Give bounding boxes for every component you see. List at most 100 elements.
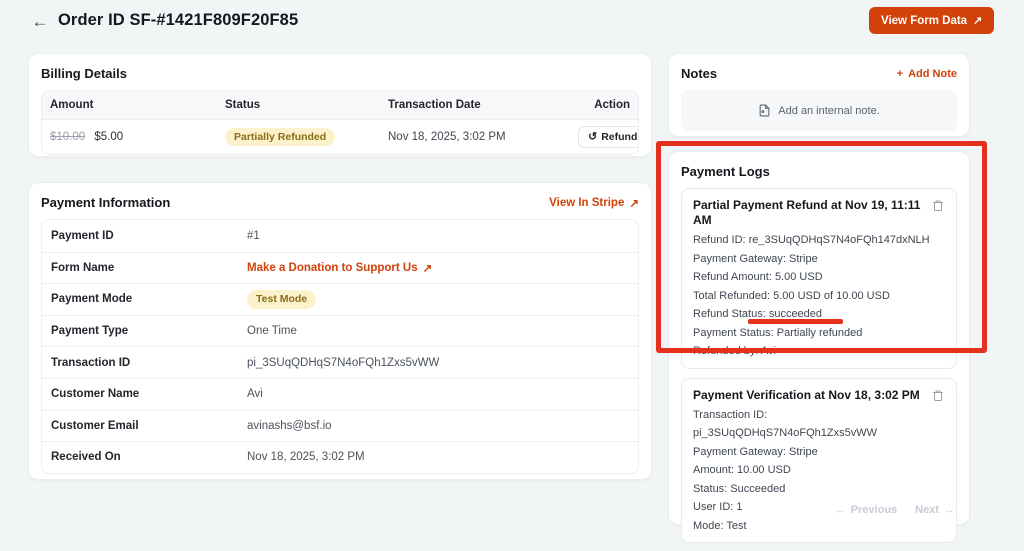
notes-title: Notes <box>681 66 717 81</box>
add-note-label: Add Note <box>908 68 957 80</box>
external-link-icon: ↗ <box>629 196 639 210</box>
form-name-link[interactable]: Make a Donation to Support Us ↗ <box>247 261 432 275</box>
payment-info-label: Payment Type <box>42 325 247 337</box>
payment-info-row: Payment TypeOne Time <box>42 315 638 347</box>
log-line: Payment Gateway: Stripe <box>693 250 945 269</box>
arrow-left-icon: ← <box>835 504 846 516</box>
column-transaction-date: Transaction Date <box>380 99 570 111</box>
payment-info-label: Customer Email <box>42 420 247 432</box>
payment-info-row: Customer Emailavinashs@bsf.io <box>42 410 638 442</box>
add-note-button[interactable]: + Add Note <box>897 68 957 80</box>
billing-table-header: Amount Status Transaction Date Action <box>42 91 638 119</box>
action-cell: ↺ Refund <box>570 126 639 148</box>
payment-log-entries: Partial Payment Refund at Nov 19, 11:11 … <box>681 188 957 543</box>
amount-cell: $10.00 $5.00 <box>42 131 217 143</box>
amount-current: $5.00 <box>94 131 123 143</box>
payment-info-value: pi_3SUqQDHqS7N4oFQh1Zxs5vWW <box>247 357 439 369</box>
log-line: Total Refunded: 5.00 USD of 10.00 USD <box>693 287 945 306</box>
log-line: Payment Gateway: Stripe <box>693 443 945 462</box>
payment-logs-title: Payment Logs <box>681 164 957 179</box>
logs-pagination: ← Previous Next → <box>835 504 955 516</box>
next-page-button[interactable]: Next → <box>915 504 955 516</box>
delete-log-button[interactable] <box>931 388 945 403</box>
log-line: Amount: 10.00 USD <box>693 461 945 480</box>
payment-log-entry: Payment Verification at Nov 18, 3:02 PM T… <box>681 378 957 544</box>
amount-original: $10.00 <box>50 131 85 143</box>
column-amount: Amount <box>42 99 217 111</box>
billing-table: Amount Status Transaction Date Action $1… <box>41 90 639 155</box>
log-line: Status: Succeeded <box>693 480 945 499</box>
external-link-icon: ↗ <box>973 14 982 27</box>
log-entry-lines: Refund ID: re_3SUqQDHqS7N4oFQh147dxNLHPa… <box>693 231 945 361</box>
log-line: Transaction ID: pi_3SUqQDHqS7N4oFQh1Zxs5… <box>693 406 945 443</box>
payment-log-entry: Partial Payment Refund at Nov 19, 11:11 … <box>681 188 957 369</box>
payment-info-label: Customer Name <box>42 388 247 400</box>
log-line: Payment Status: Partially refunded <box>693 324 945 343</box>
payment-info-value: Avi <box>247 388 263 400</box>
payment-info-label: Payment Mode <box>42 293 247 305</box>
refund-button[interactable]: ↺ Refund <box>578 126 639 148</box>
payment-info-row: Transaction IDpi_3SUqQDHqS7N4oFQh1Zxs5vW… <box>42 346 638 378</box>
back-button[interactable]: ← <box>28 10 52 34</box>
payment-info-row: Received OnNov 18, 2025, 3:02 PM <box>42 441 638 473</box>
column-action: Action <box>570 99 638 111</box>
payment-info-label: Received On <box>42 451 247 463</box>
log-line: Mode: Test <box>693 517 945 536</box>
view-in-stripe-label: View In Stripe <box>549 197 624 209</box>
plus-icon: + <box>897 68 903 80</box>
arrow-right-icon: → <box>944 504 955 516</box>
payment-information-card: Payment Information View In Stripe ↗ Pay… <box>28 182 652 480</box>
column-status: Status <box>217 99 380 111</box>
payment-mode-badge: Test Mode <box>247 290 316 309</box>
payment-info-row: Customer NameAvi <box>42 378 638 410</box>
notes-card: Notes + Add Note Add an internal note. <box>668 53 970 137</box>
billing-table-row: $10.00 $5.00 Partially Refunded Nov 18, … <box>42 119 638 154</box>
transaction-date-cell: Nov 18, 2025, 3:02 PM <box>380 131 570 143</box>
log-line: Refund Amount: 5.00 USD <box>693 268 945 287</box>
notes-empty-state[interactable]: Add an internal note. <box>681 90 957 131</box>
trash-icon <box>932 389 944 402</box>
payment-info-row: Payment ID#1 <box>42 220 638 252</box>
trash-icon <box>932 199 944 212</box>
payment-info-value: avinashs@bsf.io <box>247 420 332 432</box>
payment-information-title: Payment Information <box>41 195 170 210</box>
payment-info-value: One Time <box>247 325 297 337</box>
order-detail-page: ← Order ID SF-#1421F809F20F85 View Form … <box>0 0 1024 551</box>
view-form-data-label: View Form Data <box>881 15 967 27</box>
topbar: ← Order ID SF-#1421F809F20F85 View Form … <box>0 0 1024 44</box>
billing-details-card: Billing Details Amount Status Transactio… <box>28 53 652 157</box>
form-name-label: Make a Donation to Support Us <box>247 262 418 274</box>
payment-info-rows: Payment ID#1 Form NameMake a Donation to … <box>41 219 639 474</box>
log-entry-header: Partial Payment Refund at Nov 19, 11:11 … <box>693 198 945 228</box>
payment-info-label: Form Name <box>42 262 247 274</box>
payment-info-row: Payment ModeTest Mode <box>42 283 638 315</box>
payment-info-label: Payment ID <box>42 230 247 242</box>
view-in-stripe-link[interactable]: View In Stripe ↗ <box>549 196 639 210</box>
arrow-left-icon: ← <box>32 12 49 32</box>
previous-label: Previous <box>851 504 897 516</box>
notes-empty-text: Add an internal note. <box>778 105 880 117</box>
log-entry-header: Payment Verification at Nov 18, 3:02 PM <box>693 388 945 403</box>
log-line: Refund ID: re_3SUqQDHqS7N4oFQh147dxNLH <box>693 231 945 250</box>
previous-page-button[interactable]: ← Previous <box>835 504 897 516</box>
refund-rotate-icon: ↺ <box>588 132 597 143</box>
billing-details-title: Billing Details <box>41 66 639 81</box>
page-title: Order ID SF-#1421F809F20F85 <box>58 11 298 30</box>
payment-logs-card: Payment Logs Partial Payment Refund at N… <box>668 151 970 525</box>
log-entry-title: Partial Payment Refund at Nov 19, 11:11 … <box>693 198 925 228</box>
refund-label: Refund <box>601 131 637 143</box>
log-line: Refunded by: Avi <box>693 342 945 361</box>
notes-header: Notes + Add Note <box>681 66 957 81</box>
external-link-icon: ↗ <box>423 261 433 275</box>
status-badge: Partially Refunded <box>225 128 335 147</box>
log-entry-title: Payment Verification at Nov 18, 3:02 PM <box>693 388 925 403</box>
delete-log-button[interactable] <box>931 198 945 213</box>
payment-info-label: Transaction ID <box>42 357 247 369</box>
payment-info-value: Test Mode <box>247 290 316 309</box>
payment-info-value: #1 <box>247 230 260 242</box>
view-form-data-button[interactable]: View Form Data ↗ <box>869 7 994 34</box>
note-file-icon <box>758 104 771 117</box>
payment-information-header: Payment Information View In Stripe ↗ <box>41 195 639 210</box>
payment-info-value: Nov 18, 2025, 3:02 PM <box>247 451 365 463</box>
log-line: Refund Status: succeeded <box>693 305 945 324</box>
